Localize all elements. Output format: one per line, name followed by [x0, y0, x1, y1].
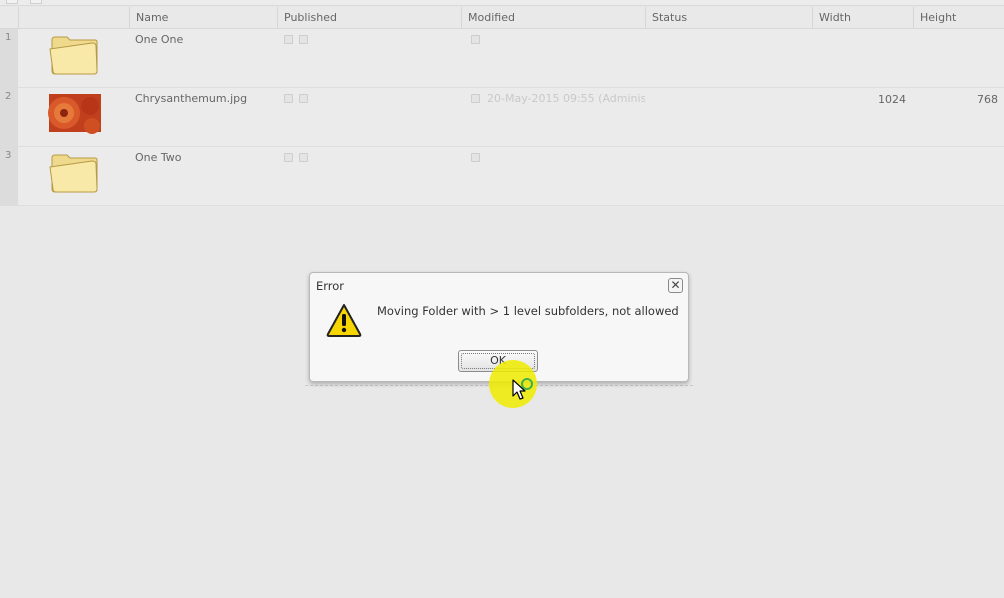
dialog-title: Error — [316, 279, 345, 293]
warning-icon — [326, 304, 362, 337]
file-grid: Name Published Modified Status Width Hei… — [0, 7, 1004, 206]
modified-icon — [471, 153, 480, 162]
header-height[interactable]: Height — [913, 7, 1004, 29]
top-toolbar-strip — [0, 0, 1004, 6]
header-published[interactable]: Published — [277, 7, 461, 29]
header-modified[interactable]: Modified — [461, 7, 645, 29]
published-checkbox[interactable] — [299, 94, 308, 103]
modified-icon — [471, 35, 480, 44]
row-number: 2 — [0, 88, 18, 147]
folder-icon[interactable] — [48, 151, 102, 193]
row-number: 1 — [0, 29, 18, 88]
published-checkbox[interactable] — [284, 35, 293, 44]
toolbar-tab[interactable] — [30, 0, 42, 4]
grid-header: Name Published Modified Status Width Hei… — [0, 7, 1004, 29]
width-value: 1024 — [878, 93, 906, 106]
published-checkbox[interactable] — [284, 153, 293, 162]
table-row[interactable]: 3 One Two — [0, 147, 1004, 206]
header-status[interactable]: Status — [645, 7, 812, 29]
table-row[interactable]: 1 One One — [0, 29, 1004, 88]
header-name[interactable]: Name — [129, 7, 277, 29]
published-checkbox[interactable] — [299, 35, 308, 44]
published-checkbox[interactable] — [284, 94, 293, 103]
chrysanthemum-thumbnail[interactable] — [48, 92, 102, 134]
close-icon[interactable]: ✕ — [668, 278, 683, 293]
header-width[interactable]: Width — [812, 7, 913, 29]
dialog-message: Moving Folder with > 1 level subfolders,… — [377, 304, 679, 318]
header-rownum — [0, 7, 18, 29]
toolbar-tab[interactable] — [6, 0, 18, 4]
published-checkbox[interactable] — [299, 153, 308, 162]
file-name[interactable]: One One — [135, 33, 183, 46]
height-value: 768 — [977, 93, 998, 106]
folder-icon[interactable] — [48, 33, 102, 75]
header-thumbnail — [18, 7, 129, 29]
row-number: 3 — [0, 147, 18, 206]
mouse-pointer-icon — [512, 378, 533, 400]
file-name[interactable]: Chrysanthemum.jpg — [135, 92, 247, 105]
table-row[interactable]: 2 Chrysanthemum.jpg 20-May-2015 09:55 (A… — [0, 88, 1004, 147]
file-name[interactable]: One Two — [135, 151, 182, 164]
modified-icon — [471, 94, 480, 103]
modified-value: 20-May-2015 09:55 (Administ — [487, 92, 645, 105]
